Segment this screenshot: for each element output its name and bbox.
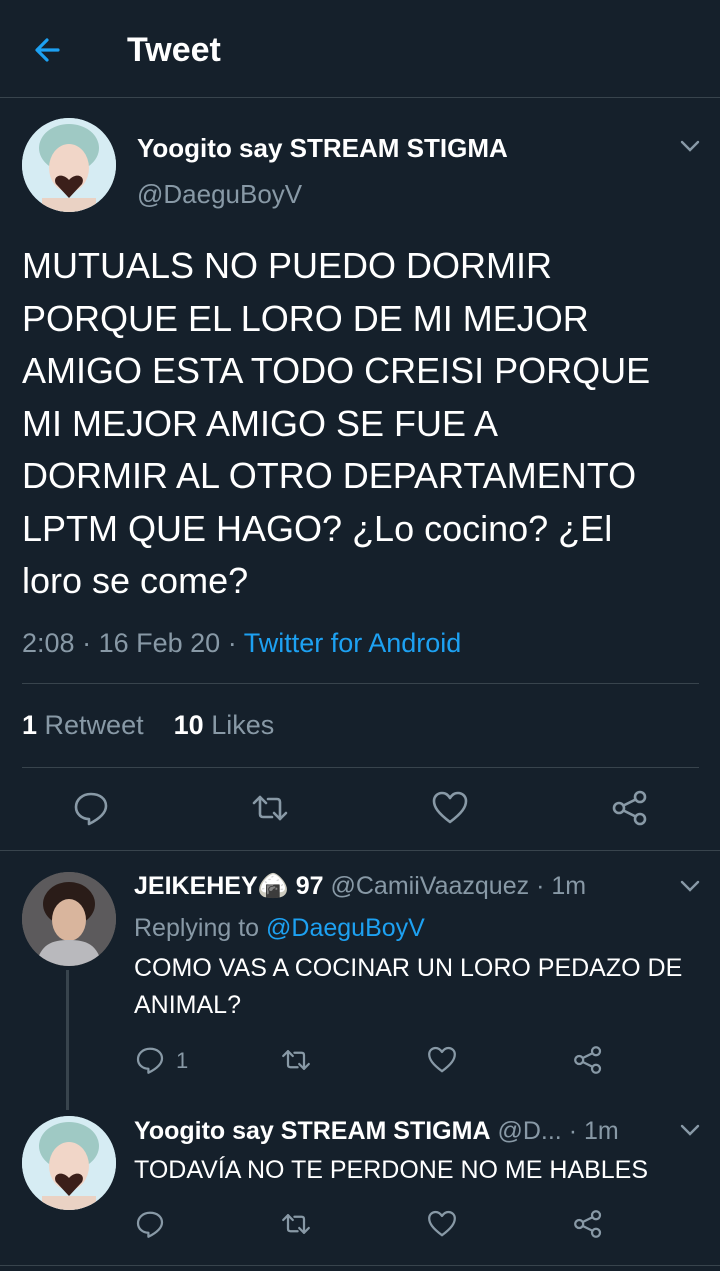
meta-separator: · [82,628,92,658]
avatar[interactable] [22,118,116,212]
like-label: Likes [211,710,275,740]
reply-icon[interactable] [134,1044,166,1076]
reply-icon[interactable] [71,788,111,828]
retweet-label: Retweet [44,710,144,740]
replying-to-label: Replying to [134,914,260,942]
heart-icon[interactable] [426,1044,458,1076]
chevron-down-icon[interactable] [676,132,704,160]
divider [0,1265,720,1266]
reply-author-handle[interactable]: @D... [497,1117,561,1145]
retweet-count: 1 [22,710,38,740]
avatar[interactable] [22,1116,116,1210]
reply-text: TODAVÍA NO TE PERDONE NO ME HABLES [134,1156,649,1184]
thread-connector [66,970,69,1110]
tweet-text: MUTUALS NO PUEDO DORMIR PORQUE EL LORO D… [22,245,651,601]
retweet-icon[interactable] [280,1044,312,1076]
divider [0,850,720,851]
reply-time: 1m [551,872,587,900]
retweets-stat[interactable]: 1 Retweet [22,710,144,740]
chevron-down-icon[interactable] [676,872,704,900]
reply-count: 1 [176,1048,189,1073]
divider [22,683,699,684]
likes-stat[interactable]: 10 Likes [174,710,275,740]
reply-author-name[interactable]: JEIKEHEY🍙 97 [134,872,324,900]
heart-icon[interactable] [426,1208,458,1240]
reply-icon[interactable] [134,1208,166,1240]
divider [22,767,699,768]
reply-time: 1m [583,1117,619,1145]
back-arrow-icon[interactable] [28,30,68,70]
replying-to: Replying to @DaeguBoyV [134,912,425,944]
author-display-name[interactable]: Yoogito say STREAM STIGMA [137,132,508,164]
page-title: Tweet [127,31,221,69]
like-count: 10 [173,710,204,740]
replying-to-link[interactable]: @DaeguBoyV [266,914,425,942]
reply-text: COMO VAS A COCINAR UN LORO PEDAZO DE ANI… [134,954,683,1019]
author-handle[interactable]: @DaeguBoyV [137,178,302,210]
reply-author-handle[interactable]: @CamiiVaazquez [331,872,530,900]
tweet-meta: 2:08 · 16 Feb 20 · Twitter for Android [22,626,461,660]
retweet-icon[interactable] [280,1208,312,1240]
avatar[interactable] [22,872,116,966]
meta-separator: · [536,872,545,900]
meta-separator: · [227,628,237,658]
chevron-down-icon[interactable] [676,1116,704,1144]
share-icon[interactable] [572,1044,604,1076]
reply-author-name[interactable]: Yoogito say STREAM STIGMA [134,1117,491,1145]
retweet-icon[interactable] [250,788,290,828]
share-icon[interactable] [610,788,650,828]
reply-header: Yoogito say STREAM STIGMA @D... · 1m [134,1115,619,1147]
tweet-time: 2:08 [22,628,75,658]
heart-icon[interactable] [430,788,470,828]
tweet-stats: 1 Retweet 10 Likes [22,708,274,742]
reply-header: JEIKEHEY🍙 97 @CamiiVaazquez · 1m [134,870,586,902]
top-bar: Tweet [0,0,720,98]
share-icon[interactable] [572,1208,604,1240]
meta-separator: · [568,1117,578,1145]
tweet-source-link[interactable]: Twitter for Android [244,628,462,658]
tweet-date: 16 Feb 20 [98,628,221,658]
